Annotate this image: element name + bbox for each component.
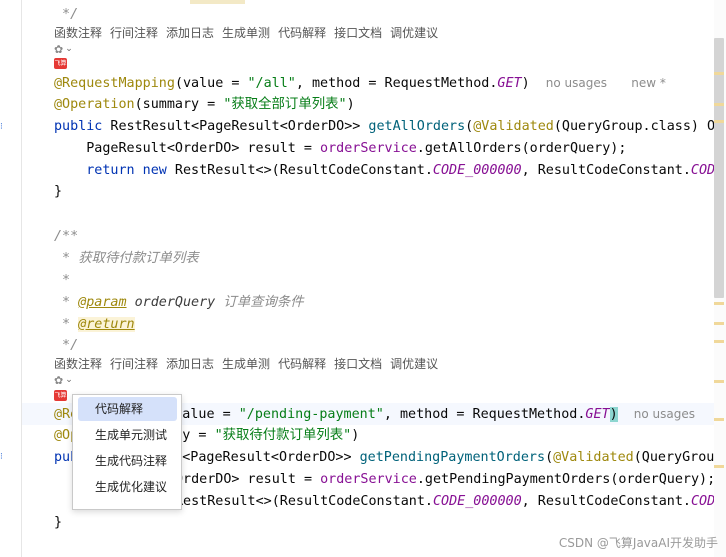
menu-item-code-explain[interactable]: 代码解释	[78, 397, 177, 421]
code-line-signature: public RestResult<PageResult<OrderDO>> g…	[54, 119, 726, 134]
comment-end: */	[54, 7, 79, 22]
scroll-marker[interactable]	[714, 302, 724, 305]
watermark: CSDN @飞算JavaAI开发助手	[558, 536, 718, 550]
chevron-down-icon: ⌄	[65, 375, 73, 385]
code-line-request-mapping: @RequestMapping(value = "/all", method =…	[54, 76, 666, 91]
ai-icon-row[interactable]: ✿ ⌄	[54, 42, 73, 56]
editor-gutter: ⁝ ⁝	[0, 0, 22, 557]
ai-action-code-explain[interactable]: 代码解释	[278, 26, 326, 40]
javadoc-blank: *	[54, 273, 71, 288]
scroll-marker[interactable]	[714, 72, 724, 75]
ai-context-menu: 代码解释 生成单元测试 生成代码注释 生成优化建议	[72, 394, 182, 510]
code-line-return: return new RestResult<>(ResultCodeConsta…	[54, 163, 726, 178]
chevron-down-icon: ⌄	[65, 44, 73, 54]
author-hint[interactable]: new *	[631, 76, 666, 90]
scroll-marker[interactable]	[714, 465, 724, 468]
ai-action-bar: 函数注释 行间注释 添加日志 生成单测 代码解释 接口文档 调优建议	[54, 355, 446, 373]
feishu-icon[interactable]: 飞算	[54, 58, 67, 69]
ai-action-inline-comment[interactable]: 行间注释	[110, 26, 158, 40]
scroll-marker[interactable]	[714, 340, 724, 343]
menu-item-generate-unit-test[interactable]: 生成单元测试	[78, 423, 177, 447]
code-line-close-brace: }	[54, 184, 63, 199]
javadoc-return: * @return	[54, 317, 135, 332]
javadoc-close: */	[54, 338, 79, 353]
ai-action-add-log[interactable]: 添加日志	[166, 26, 214, 40]
code-line-close-brace: }	[54, 515, 63, 530]
implement-marker-icon[interactable]: ⁝	[0, 122, 5, 132]
ai-action-api-doc[interactable]: 接口文档	[334, 357, 382, 371]
ai-action-function-comment[interactable]: 函数注释	[54, 26, 102, 40]
scroll-marker[interactable]	[714, 322, 724, 325]
scrollbar-thumb[interactable]	[714, 38, 724, 298]
ai-action-unit-test[interactable]: 生成单测	[222, 357, 270, 371]
ai-action-tuning-advice[interactable]: 调优建议	[390, 357, 438, 371]
ai-action-bar: 函数注释 行间注释 添加日志 生成单测 代码解释 接口文档 调优建议	[54, 24, 446, 42]
scroll-marker[interactable]	[714, 418, 724, 421]
menu-item-generate-code-comment[interactable]: 生成代码注释	[78, 449, 177, 473]
code-line-body: PageResult<OrderDO> result = orderServic…	[54, 141, 627, 156]
ai-action-function-comment[interactable]: 函数注释	[54, 357, 102, 371]
vertical-scrollbar[interactable]	[714, 0, 726, 557]
usages-hint[interactable]: no usages	[546, 76, 607, 90]
scroll-marker[interactable]	[714, 120, 724, 123]
scroll-marker[interactable]	[714, 103, 724, 106]
menu-item-generate-optimization[interactable]: 生成优化建议	[78, 475, 177, 499]
ai-action-tuning-advice[interactable]: 调优建议	[390, 26, 438, 40]
ai-assistant-icon: ✿	[54, 373, 64, 387]
javadoc-description: * 获取待付款订单列表	[54, 251, 199, 266]
implement-marker-icon[interactable]: ⁝	[0, 452, 5, 462]
ai-assistant-icon: ✿	[54, 42, 64, 56]
ai-action-api-doc[interactable]: 接口文档	[334, 26, 382, 40]
javadoc-open: /**	[54, 229, 79, 244]
ai-action-unit-test[interactable]: 生成单测	[222, 26, 270, 40]
ai-action-code-explain[interactable]: 代码解释	[278, 357, 326, 371]
ai-action-add-log[interactable]: 添加日志	[166, 357, 214, 371]
scroll-marker[interactable]	[714, 380, 724, 383]
ai-icon-row[interactable]: ✿ ⌄	[54, 373, 73, 387]
feishu-icon[interactable]: 飞算	[54, 390, 67, 401]
javadoc-param: * @param orderQuery 订单查询条件	[54, 295, 304, 310]
code-line-operation: @Operation(summary = "获取全部订单列表")	[54, 97, 355, 112]
usages-hint[interactable]: no usages	[634, 407, 695, 421]
ai-action-inline-comment[interactable]: 行间注释	[110, 357, 158, 371]
